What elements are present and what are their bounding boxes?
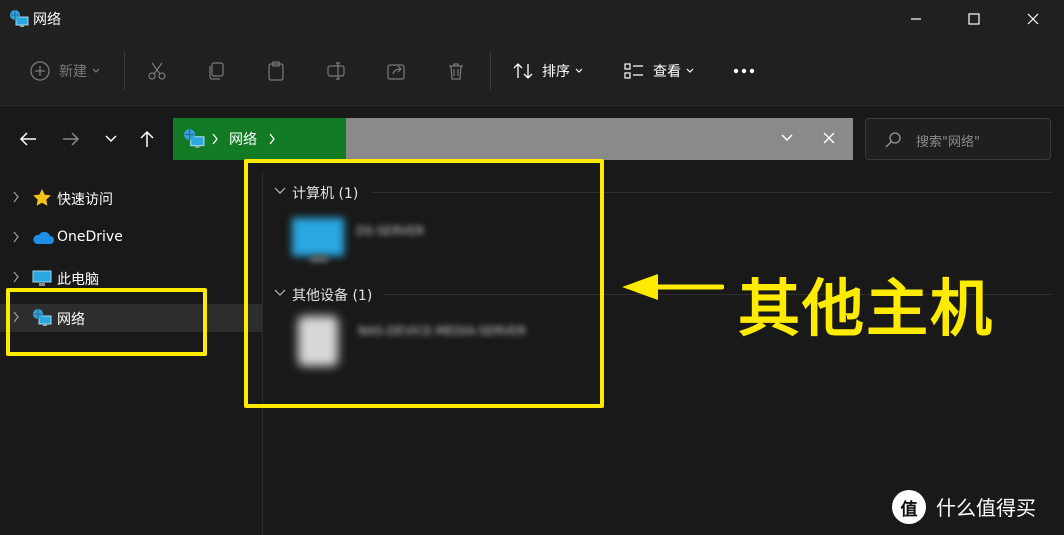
recent-locations-button[interactable] (94, 122, 128, 156)
title-bar: 网络 (0, 0, 1064, 38)
clear-address-button[interactable] (823, 132, 835, 144)
view-button[interactable]: 查看 (616, 51, 702, 91)
share-button[interactable] (379, 51, 413, 91)
close-icon (823, 132, 835, 144)
sidebar-item-label: 此电脑 (57, 272, 99, 288)
annotation-label: 其他主机 (738, 272, 995, 345)
minimize-icon (911, 18, 921, 20)
address-history-button[interactable] (780, 133, 794, 143)
share-icon (387, 64, 405, 80)
annotation-arrow-icon (620, 270, 724, 304)
new-button[interactable]: 新建 (22, 51, 108, 91)
watermark-badge: 值 (900, 499, 918, 520)
sort-label: 排序 (542, 64, 570, 80)
chevron-right-icon[interactable] (12, 271, 20, 283)
rename-button[interactable] (319, 51, 353, 91)
clipboard-icon (268, 61, 284, 81)
search-input[interactable]: 搜索"网络" (865, 118, 1051, 160)
highlight-box-network (6, 288, 207, 356)
network-icon (9, 9, 29, 29)
cloud-icon (33, 231, 54, 244)
chevron-right-icon[interactable] (268, 133, 276, 145)
chevron-down-icon (105, 135, 117, 143)
rename-icon (327, 62, 345, 80)
chevron-right-icon[interactable] (12, 231, 20, 243)
chevron-right-icon (211, 133, 219, 145)
chevron-right-icon[interactable] (12, 191, 20, 203)
arrow-right-icon (63, 132, 80, 146)
monitor-icon (32, 270, 52, 286)
sidebar-item-onedrive[interactable]: OneDrive (0, 224, 262, 252)
sidebar-item-label: OneDrive (57, 229, 123, 245)
view-list-icon (624, 63, 643, 79)
maximize-icon (968, 13, 980, 25)
chevron-down-icon (92, 68, 100, 73)
arrow-left-icon (19, 132, 36, 146)
sort-button[interactable]: 排序 (506, 51, 590, 91)
more-options-button[interactable] (724, 51, 764, 91)
watermark-logo: 值 (892, 490, 926, 524)
view-label: 查看 (653, 64, 681, 80)
chevron-down-icon (686, 68, 694, 73)
forward-button[interactable] (54, 122, 88, 156)
star-icon (33, 189, 51, 206)
chevron-down-icon (781, 134, 793, 142)
maximize-button[interactable] (945, 0, 1003, 38)
watermark-text: 什么值得买 (936, 496, 1036, 520)
delete-button[interactable] (439, 51, 473, 91)
more-dots-icon (733, 68, 755, 74)
network-icon (183, 128, 205, 150)
separator (124, 52, 125, 90)
separator (490, 52, 491, 90)
back-button[interactable] (11, 122, 45, 156)
copy-button[interactable] (199, 51, 233, 91)
search-icon (884, 131, 902, 149)
up-button[interactable] (130, 122, 164, 156)
trash-icon (449, 63, 463, 80)
sidebar-item-quick-access[interactable]: 快速访问 (0, 184, 262, 212)
chevron-down-icon (575, 68, 583, 73)
paste-button[interactable] (259, 51, 293, 91)
minimize-button[interactable] (887, 0, 945, 38)
highlight-box-hosts (244, 159, 604, 408)
new-label: 新建 (59, 64, 87, 80)
copy-icon (209, 62, 224, 80)
plus-circle-icon (30, 61, 50, 81)
command-bar: 新建 排序 查看 (0, 38, 1064, 104)
address-bar[interactable]: 网络 (173, 118, 853, 160)
breadcrumb-location[interactable]: 网络 (229, 129, 257, 149)
window-title: 网络 (33, 12, 61, 28)
sidebar-item-label: 快速访问 (57, 192, 113, 208)
sort-icon (513, 63, 533, 79)
close-icon (1027, 13, 1039, 25)
scissors-icon (148, 62, 166, 80)
cut-button[interactable] (140, 51, 174, 91)
arrow-up-icon (140, 130, 154, 147)
search-placeholder: 搜索"网络" (916, 135, 980, 150)
close-button[interactable] (1004, 0, 1062, 38)
